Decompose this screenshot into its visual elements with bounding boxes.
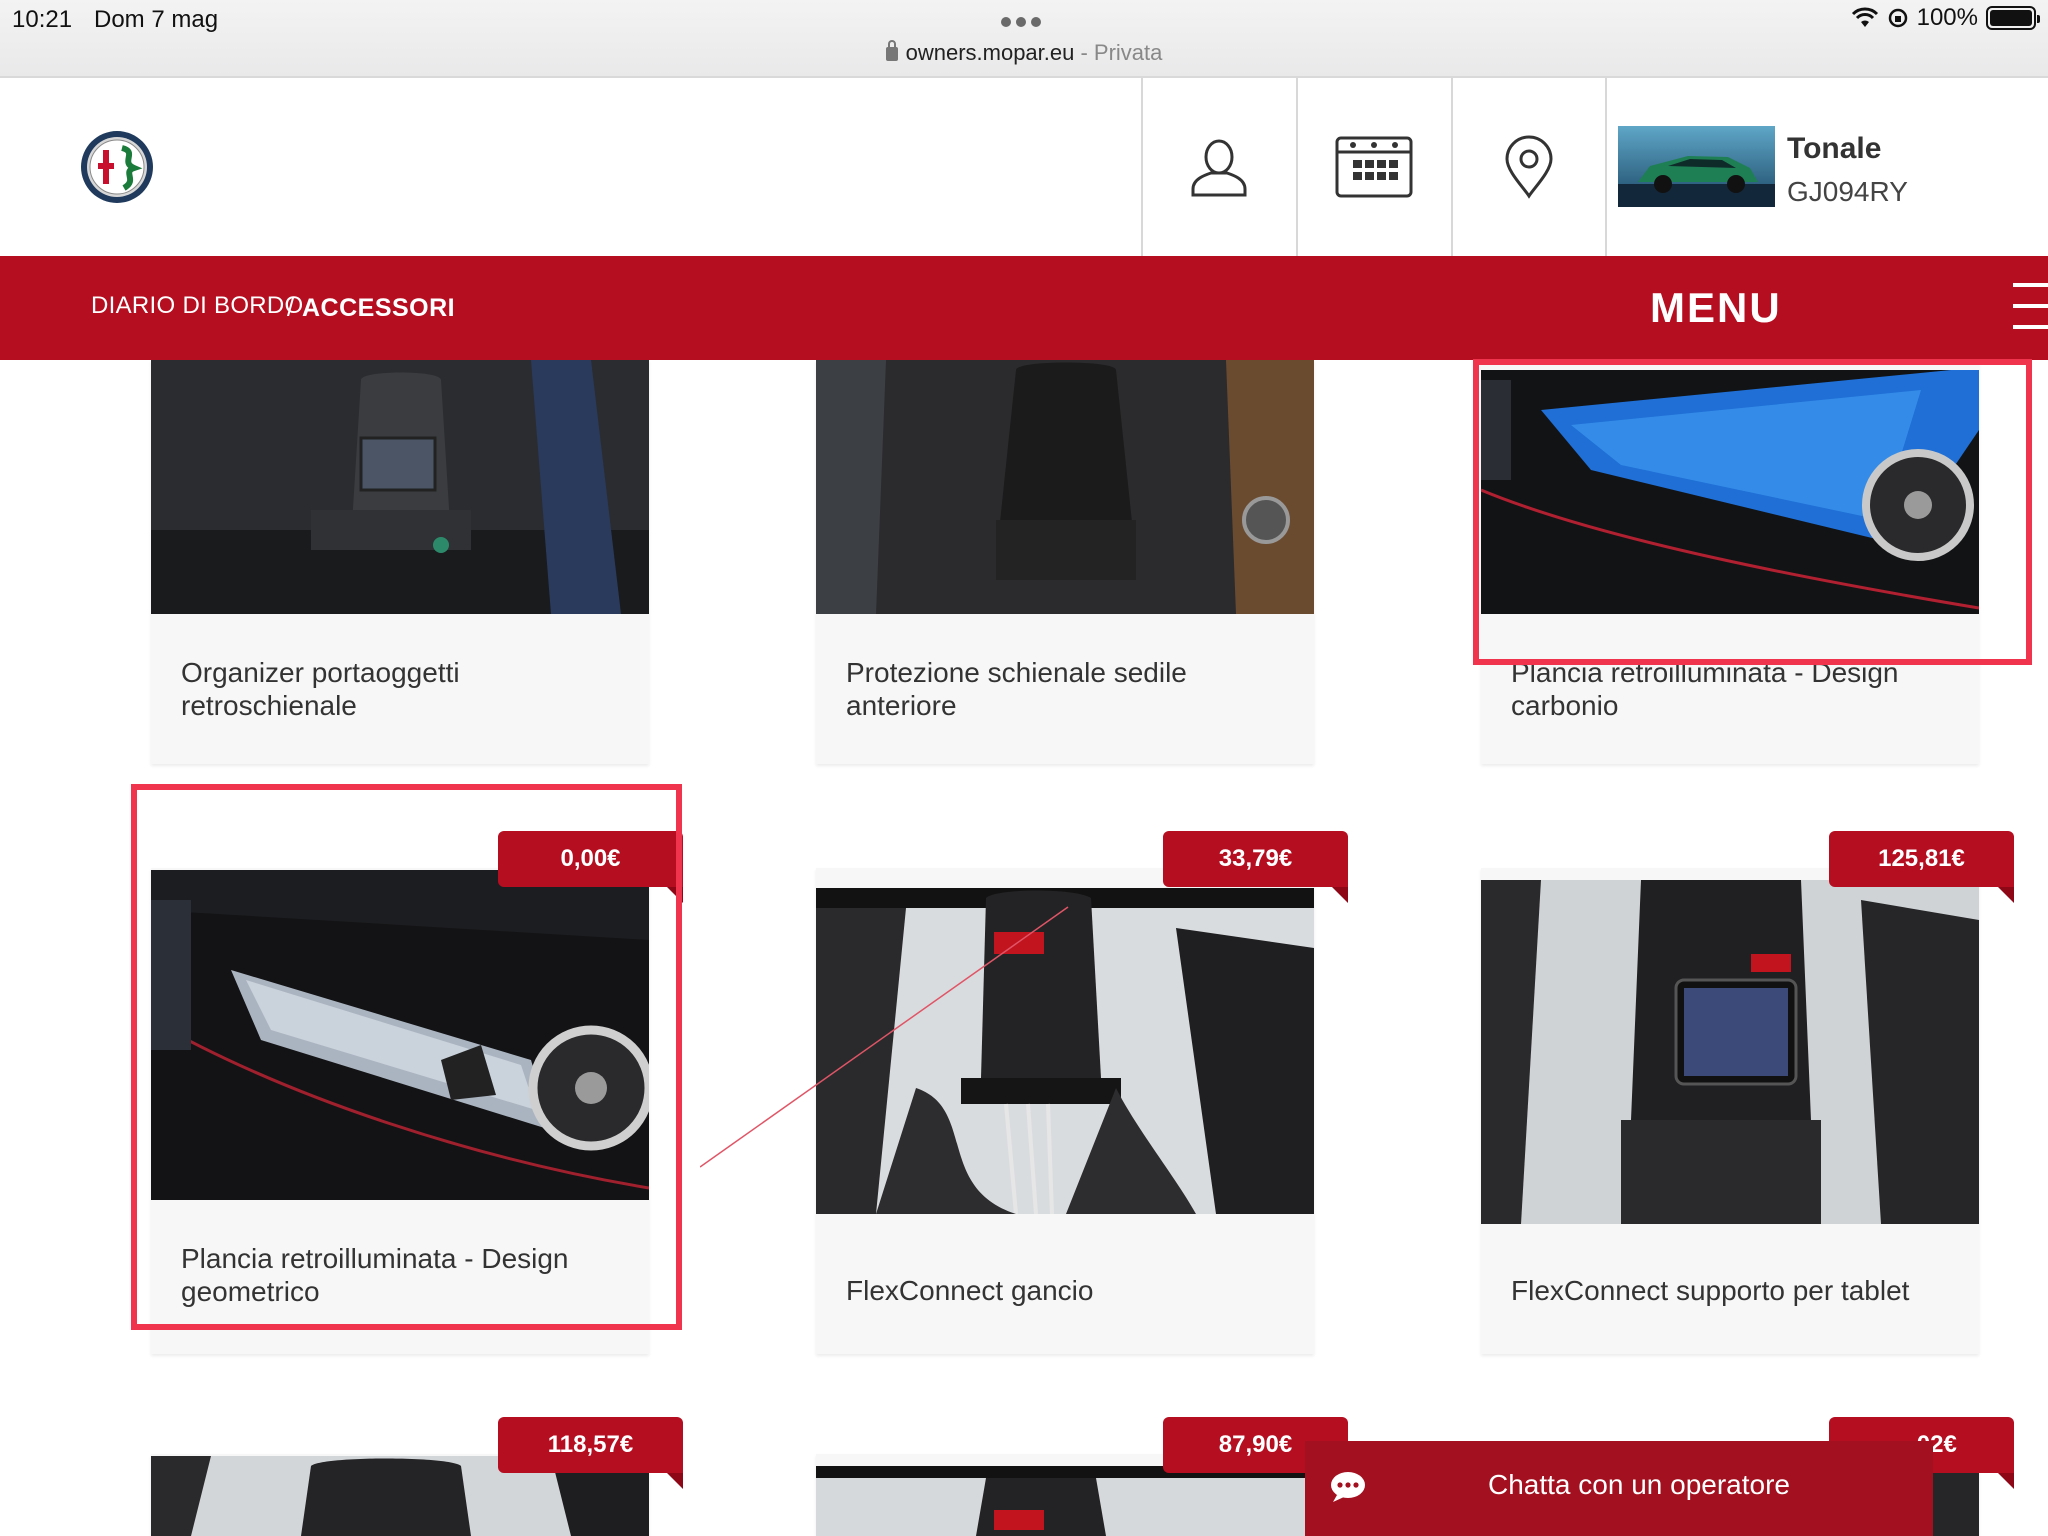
location-pin-icon bbox=[1505, 135, 1553, 199]
status-time: 10:21 bbox=[12, 6, 73, 33]
price-badge: 33,79€ bbox=[1163, 831, 1348, 903]
product-title: Protezione schienale sedile anteriore bbox=[846, 657, 1187, 721]
chat-label: Chatta con un operatore bbox=[1488, 1469, 1790, 1500]
product-title: FlexConnect gancio bbox=[846, 1275, 1094, 1306]
product-title: Organizer portaoggetti retroschienale bbox=[181, 657, 460, 721]
menu-button[interactable]: MENU bbox=[1650, 284, 1782, 332]
battery-percent: 100% bbox=[1916, 4, 1978, 31]
product-image bbox=[151, 360, 649, 614]
status-date: Dom 7 mag bbox=[94, 6, 219, 33]
product-image bbox=[1481, 370, 1979, 614]
product-card[interactable]: Plancia retroilluminata - Design carboni… bbox=[1481, 360, 1979, 764]
product-card[interactable]: Protezione schienale sedile anteriore bbox=[816, 360, 1314, 764]
product-title: Plancia retroilluminata - Design carboni… bbox=[1511, 657, 1899, 721]
product-image bbox=[816, 360, 1314, 614]
vehicle-model: Tonale bbox=[1787, 132, 1882, 165]
wifi-icon bbox=[1851, 7, 1878, 27]
orientation-lock-icon bbox=[1888, 8, 1907, 28]
nav-bar: DIARIO DI BORDO / ACCESSORI MENU bbox=[0, 256, 2048, 360]
url-text: owners.mopar.eu bbox=[905, 40, 1075, 65]
more-dots-icon[interactable] bbox=[1001, 14, 1047, 27]
breadcrumb-current: ACCESSORI bbox=[302, 294, 456, 322]
price-badge: 0,00€ bbox=[498, 831, 683, 903]
account-button[interactable] bbox=[1141, 78, 1295, 256]
alfa-romeo-logo-icon[interactable] bbox=[80, 130, 154, 204]
hamburger-menu-icon[interactable] bbox=[2013, 283, 2048, 329]
chat-with-operator-button[interactable]: Chatta con un operatore bbox=[1305, 1441, 1933, 1536]
private-label: Privata bbox=[1093, 40, 1163, 65]
product-title: Plancia retroilluminata - Design geometr… bbox=[181, 1243, 569, 1307]
product-title: FlexConnect supporto per tablet bbox=[1511, 1275, 1910, 1306]
breadcrumb-separator: / bbox=[287, 292, 295, 322]
dealer-locator-button[interactable] bbox=[1451, 78, 1605, 256]
user-icon bbox=[1191, 139, 1247, 197]
vehicle-plate: GJ094RY bbox=[1787, 176, 1908, 207]
vehicle-selector[interactable]: Tonale GJ094RY bbox=[1605, 78, 2048, 256]
address-bar[interactable]: owners.mopar.eu - Privata bbox=[0, 40, 2048, 66]
url-separator: - bbox=[1074, 40, 1094, 65]
ios-status-bar: 10:21 Dom 7 mag owners.mopar.eu - Privat… bbox=[0, 0, 2048, 78]
price-badge: 118,57€ bbox=[498, 1417, 683, 1489]
calendar-icon bbox=[1335, 136, 1413, 198]
annotation-connector-line bbox=[700, 906, 1069, 1168]
product-card[interactable]: Organizer portaoggetti retroschienale bbox=[151, 360, 649, 764]
product-image bbox=[1481, 880, 1979, 1224]
product-card[interactable]: Plancia retroilluminata - Design geometr… bbox=[151, 868, 649, 1354]
breadcrumb-root[interactable]: DIARIO DI BORDO bbox=[91, 292, 304, 320]
vehicle-thumbnail bbox=[1618, 126, 1775, 207]
product-card[interactable]: FlexConnect supporto per tablet bbox=[1481, 868, 1979, 1354]
status-indicators: 100% bbox=[1851, 4, 2040, 32]
price-badge: 125,81€ bbox=[1829, 831, 2014, 903]
site-header: Tonale GJ094RY bbox=[0, 78, 2048, 256]
product-image bbox=[151, 870, 649, 1200]
battery-icon bbox=[1986, 6, 2040, 30]
product-image bbox=[816, 1466, 1314, 1536]
calendar-button[interactable] bbox=[1296, 78, 1450, 256]
lock-icon bbox=[885, 40, 898, 61]
